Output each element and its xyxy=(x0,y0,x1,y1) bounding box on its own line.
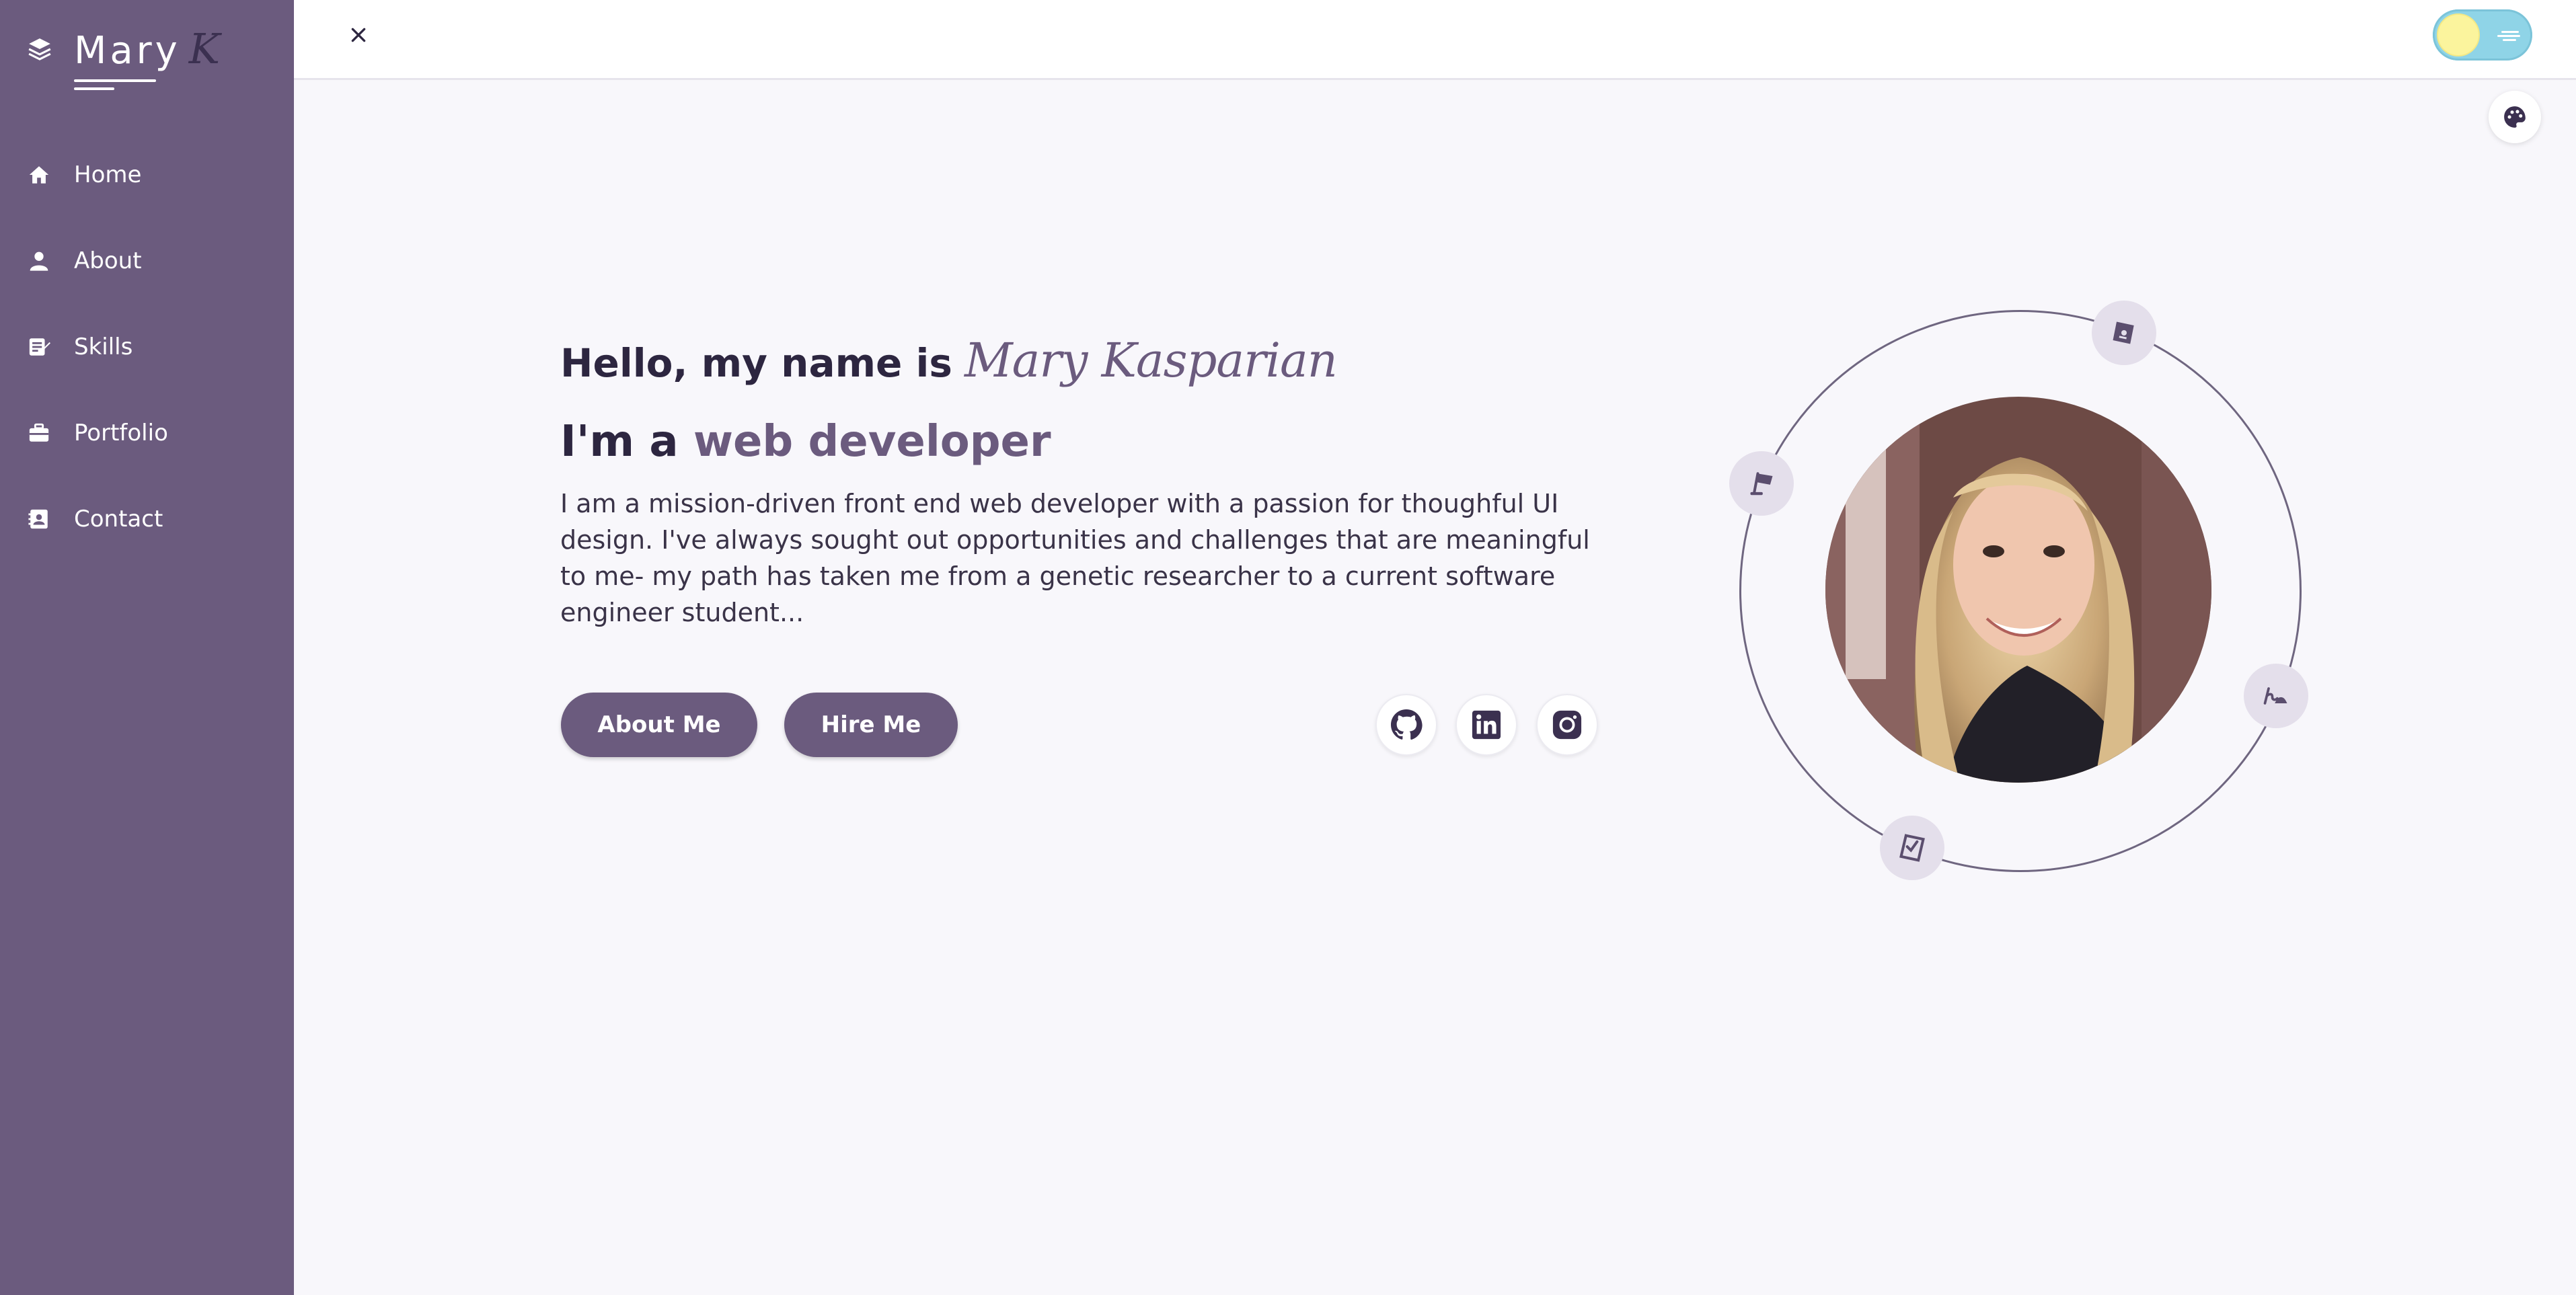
sidebar-item-home[interactable]: Home xyxy=(0,132,294,218)
sidebar-item-label: About xyxy=(74,247,142,274)
sun-icon xyxy=(2438,15,2478,55)
theme-toggle[interactable] xyxy=(2433,9,2532,61)
logo-name: Mary xyxy=(74,29,181,73)
sidebar-item-label: Contact xyxy=(74,506,163,533)
sidebar-item-about[interactable]: About xyxy=(0,218,294,304)
sidebar-item-portfolio[interactable]: Portfolio xyxy=(0,390,294,476)
flag-icon xyxy=(1750,472,1773,496)
pen-signature-icon xyxy=(2263,687,2287,705)
logo-underline xyxy=(74,79,156,82)
role-heading: I'm a web developer xyxy=(560,417,1051,467)
document-check-icon xyxy=(1899,834,1925,862)
hero-name: Mary Kasparian xyxy=(964,333,1338,388)
sidebar-nav: Home About Skills Portfolio Contact xyxy=(0,132,294,562)
sidebar-item-contact[interactable]: Contact xyxy=(0,476,294,562)
github-icon xyxy=(1391,709,1423,740)
orbit-badge-top xyxy=(2092,301,2156,365)
home-icon xyxy=(27,163,51,187)
close-button[interactable] xyxy=(340,16,377,54)
greeting: Hello, my name is Mary Kasparian xyxy=(560,333,1338,388)
greeting-text: Hello, my name is xyxy=(560,340,952,386)
profile-photo xyxy=(1825,397,2211,783)
orbit-badge-left xyxy=(1729,451,1794,516)
bio-text: I am a mission-driven front end web deve… xyxy=(560,489,1590,627)
linkedin-icon xyxy=(1472,710,1501,740)
about-me-button[interactable]: About Me xyxy=(561,693,757,757)
instagram-link[interactable] xyxy=(1536,694,1598,756)
sidebar-item-label: Portfolio xyxy=(74,420,168,446)
sidebar-item-skills[interactable]: Skills xyxy=(0,304,294,390)
orbit-badge-bottom xyxy=(1880,816,1944,880)
sidebar-item-label: Skills xyxy=(74,333,133,360)
sidebar-item-label: Home xyxy=(74,161,142,188)
top-bar xyxy=(294,0,2576,80)
logo-initial: K xyxy=(188,24,221,73)
palette-icon xyxy=(2504,106,2526,128)
user-icon xyxy=(27,249,51,273)
role-title: web developer xyxy=(693,417,1051,467)
instagram-icon xyxy=(1552,710,1582,740)
sidebar: Mary K Home About Skills Portfolio Conta… xyxy=(0,0,294,1295)
linkedin-link[interactable] xyxy=(1455,694,1517,756)
ticket-icon xyxy=(2113,321,2134,344)
cloud-icon xyxy=(2497,31,2520,41)
layers-icon xyxy=(28,38,51,61)
logo-underline-short xyxy=(74,87,114,90)
palette-button[interactable] xyxy=(2489,91,2541,143)
skills-icon xyxy=(27,335,51,359)
role-prefix: I'm a xyxy=(560,417,679,467)
contact-card-icon xyxy=(27,507,51,531)
github-link[interactable] xyxy=(1375,694,1437,756)
logo[interactable]: Mary K xyxy=(27,24,221,90)
briefcase-icon xyxy=(27,421,51,445)
close-icon xyxy=(351,28,366,42)
hire-me-button[interactable]: Hire Me xyxy=(784,693,958,757)
orbit-badge-right xyxy=(2244,664,2308,728)
